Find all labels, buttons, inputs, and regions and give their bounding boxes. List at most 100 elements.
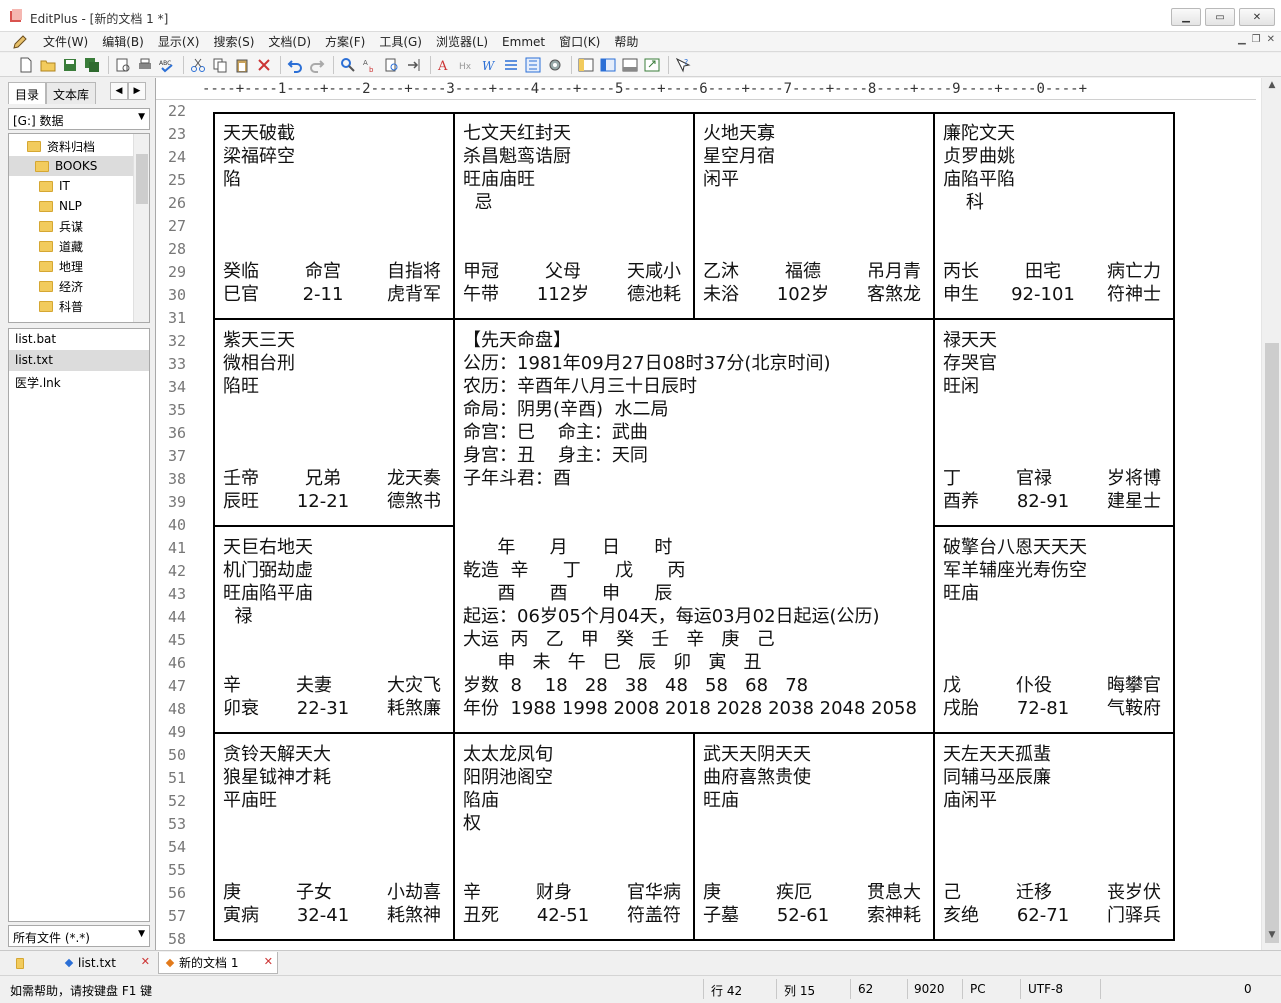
fullscreen-icon[interactable] [642,55,662,75]
menu-edit[interactable]: 编辑(B) [95,33,151,50]
goto-line-icon[interactable] [404,55,424,75]
line-number: 36 [167,424,186,442]
cut-icon[interactable] [188,55,208,75]
maximize-button[interactable]: ▭ [1205,8,1235,26]
doc-tab-new-document[interactable]: 新的文档 1 ✕ [158,952,278,974]
tree-item[interactable]: 经济 [39,276,83,296]
open-folder-icon[interactable] [38,55,58,75]
palace-age: 72-81 [1016,698,1070,719]
line-number: 47 [167,677,186,695]
file-filter-select[interactable]: 所有文件 (*.*) ▼ [8,925,150,947]
undo-icon[interactable] [285,55,305,75]
menu-project[interactable]: 方案(F) [318,33,372,50]
find-in-files-icon[interactable] [382,55,402,75]
mdi-minimize-button[interactable]: ▁ [1238,34,1246,45]
find-icon[interactable] [338,55,358,75]
palace-ganzhi: 庚 [703,882,721,903]
folder-icon[interactable] [8,952,30,974]
palace-gods: 建星士 [1107,491,1161,512]
list-item[interactable]: 医学.lnk [9,371,149,392]
line-number: 44 [167,608,186,626]
star-line: 廉陀文天 [943,123,1015,144]
menu-tools[interactable]: 工具(G) [372,33,429,50]
folder-open-icon [35,160,49,172]
menu-help[interactable]: 帮助 [607,33,645,50]
editor[interactable]: ----+----1----+----2----+----3----+----4… [155,78,1281,950]
tree-item[interactable]: 地理 [39,256,83,276]
print-icon[interactable] [135,55,155,75]
font-icon[interactable]: A [435,55,455,75]
print-preview-icon[interactable] [113,55,133,75]
close-tab-icon[interactable]: ✕ [141,955,150,968]
list-item[interactable]: list.txt [9,350,149,371]
doc-tab-list-txt[interactable]: list.txt ✕ [58,952,154,974]
paste-icon[interactable] [232,55,252,75]
palace-gods: 符神士 [1106,284,1161,305]
ruler-toggle-icon[interactable] [501,55,521,75]
drive-select[interactable]: [G:] 数据 ▼ [8,108,150,130]
tree-item[interactable]: BOOKS [9,156,133,176]
tab-scroll-left-button[interactable]: ◀ [110,82,128,100]
tree-item[interactable]: NLP [39,196,82,216]
word-wrap-icon[interactable]: W [479,55,499,75]
chevron-down-icon: ▼ [138,112,145,122]
line-number-toggle-icon[interactable] [523,55,543,75]
menu-browser[interactable]: 浏览器(L) [429,33,495,50]
close-button[interactable]: ✕ [1239,8,1275,26]
scroll-down-icon[interactable]: ▼ [1262,930,1281,948]
menu-view[interactable]: 显示(X) [151,33,207,50]
palace-ganzhi: 丁 [943,468,961,489]
delete-icon[interactable] [254,55,274,75]
line-number: 32 [167,332,186,350]
tree-item[interactable]: 资料归档 [27,136,149,156]
menu-document[interactable]: 文档(D) [261,33,318,50]
context-help-icon[interactable]: ? [673,55,693,75]
list-item[interactable]: list.bat [9,329,149,350]
folder-icon [39,280,53,292]
star-line: 狼星钺神才耗 [223,767,331,788]
directory-window-icon[interactable] [576,55,596,75]
menu-search[interactable]: 搜索(S) [206,33,261,50]
tab-cliptext[interactable]: 文本库 [46,82,97,104]
tree-item[interactable]: IT [39,176,70,196]
status-encoding[interactable]: UTF-8 [1028,982,1063,996]
output-window-icon[interactable] [620,55,640,75]
redo-icon[interactable] [307,55,327,75]
spellcheck-icon[interactable]: ABC [157,55,177,75]
folder-icon [39,200,53,212]
save-all-icon[interactable] [82,55,102,75]
menu-window[interactable]: 窗口(K) [552,33,607,50]
line-number: 40 [167,516,186,534]
star-line: 陷庙 [463,790,499,811]
palace-ganzhi: 子墓 [703,905,739,926]
star-line: 七文天红封天 [463,123,571,144]
replace-icon[interactable]: Ab [360,55,380,75]
mdi-close-button[interactable]: ✕ [1267,34,1275,45]
tree-scrollbar[interactable] [133,134,149,322]
scrollbar-thumb[interactable] [136,154,148,204]
new-file-icon[interactable] [16,55,36,75]
tree-item[interactable]: 科普 [39,296,83,316]
toolbar-separator [108,55,109,74]
mdi-restore-button[interactable]: ❐ [1252,34,1261,45]
minimize-button[interactable]: ▁ [1171,8,1201,26]
cliptext-window-icon[interactable] [598,55,618,75]
preferences-icon[interactable] [545,55,565,75]
tab-scroll-right-button[interactable]: ▶ [128,82,146,100]
palace-cell: 太太龙凤旬 阳阴池阁空 陷庙 权 [463,743,553,835]
save-icon[interactable] [60,55,80,75]
doc-tab-label: list.txt [78,956,116,970]
copy-icon[interactable] [210,55,230,75]
tree-item[interactable]: 兵谋 [39,216,83,236]
scroll-up-icon[interactable]: ▲ [1262,80,1281,98]
close-tab-icon[interactable]: ✕ [264,955,273,968]
status-line-ending[interactable]: PC [970,982,986,996]
hex-icon[interactable]: Hx [457,55,477,75]
star-line: 闲平 [703,169,739,190]
scrollbar-thumb[interactable] [1265,343,1279,943]
menu-file[interactable]: 文件(W) [36,33,95,50]
editor-vertical-scrollbar[interactable]: ▲ ▼ [1261,78,1281,950]
menu-emmet[interactable]: Emmet [495,35,552,49]
tree-item[interactable]: 道藏 [39,236,83,256]
tab-directory[interactable]: 目录 [8,82,47,104]
